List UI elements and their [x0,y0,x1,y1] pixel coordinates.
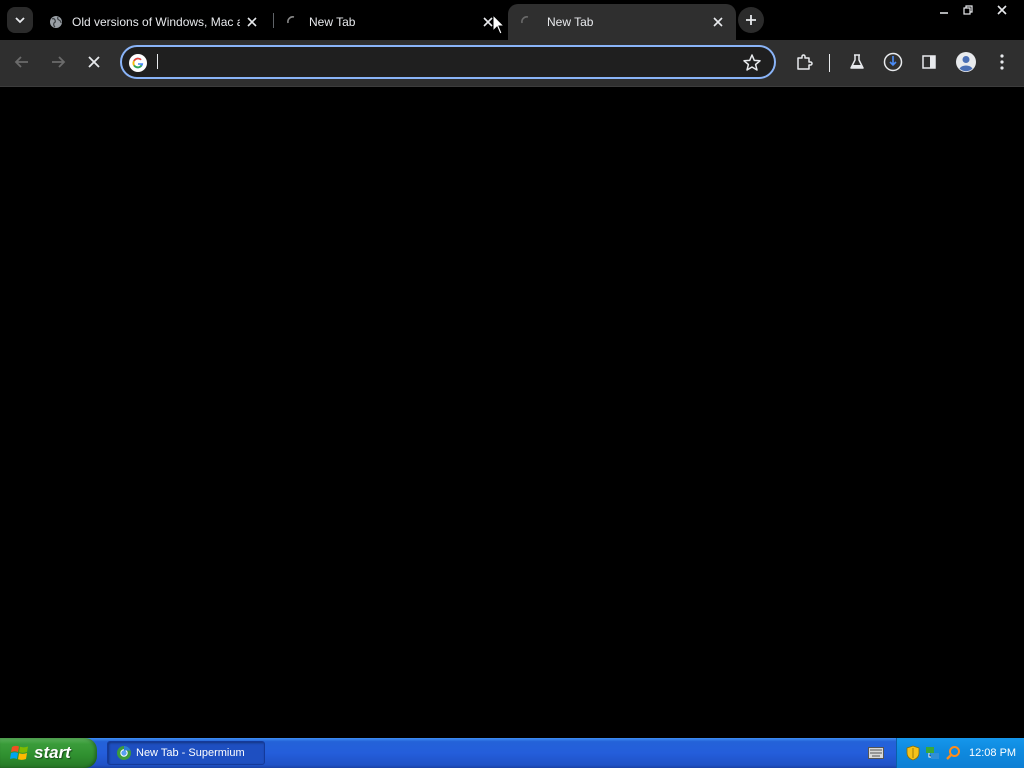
start-button[interactable]: start [0,738,97,768]
close-icon [997,5,1007,15]
system-tray: 12:08 PM [896,738,1024,768]
network-icon[interactable] [925,745,941,761]
stop-loading-button[interactable] [80,48,108,76]
search-magnifier-icon[interactable] [945,745,961,761]
forward-button[interactable] [44,48,72,76]
text-caret [157,54,158,69]
taskbar-task-button[interactable]: New Tab - Supermium [107,741,265,765]
task-label: New Tab - Supermium [136,747,245,759]
start-label: start [34,743,71,762]
close-window-button[interactable] [980,0,1024,20]
google-g-icon [129,54,147,72]
kebab-menu-icon [1000,54,1004,70]
downloads-button[interactable] [879,48,907,76]
profile-button[interactable] [952,48,980,76]
page-content [0,87,1024,738]
tab-title: New Tab [547,15,594,29]
loading-spinner-icon [287,16,295,24]
restore-button[interactable] [956,0,980,20]
download-progress-icon [883,52,903,72]
avatar-icon [956,52,976,72]
arrow-left-icon [14,56,28,68]
restore-icon [963,5,973,15]
tab-close-button[interactable] [710,14,726,30]
extensions-button[interactable] [790,48,818,76]
side-panel-icon [922,55,936,69]
arrow-right-icon [52,56,66,68]
tab-new-tab[interactable]: New Tab [278,4,506,40]
browser-toolbar [0,40,1024,87]
labs-button[interactable] [843,48,871,76]
close-icon [88,56,100,68]
tab-title: New Tab [309,15,356,29]
loading-spinner-icon [521,16,529,24]
address-input[interactable] [154,52,718,74]
supermium-icon [117,746,131,760]
flask-icon [850,54,864,69]
menu-button[interactable] [988,48,1016,76]
windows-logo-icon [10,745,28,760]
mouse-cursor-icon [492,14,506,35]
tab-old-versions[interactable]: Old versions of Windows, Mac and [40,4,270,40]
side-panel-button[interactable] [915,48,943,76]
tab-new-tab-active[interactable]: New Tab [508,4,736,40]
tab-search-button[interactable] [7,7,33,33]
plus-icon [746,15,756,25]
close-icon [713,17,723,27]
puzzle-icon [797,54,813,70]
chevron-down-icon [15,17,25,24]
back-button[interactable] [8,48,36,76]
address-bar[interactable] [120,45,776,79]
minimize-icon [940,12,948,14]
tab-close-button[interactable] [244,14,260,30]
window-controls [932,0,1024,20]
tab-title: Old versions of Windows, Mac and [72,15,240,29]
globe-icon [50,16,62,28]
taskbar: start New Tab - Supermium 12:08 PM [0,738,1024,768]
new-tab-button[interactable] [738,7,764,33]
toolbar-divider [829,54,830,72]
minimize-button[interactable] [932,0,956,20]
tab-strip: Old versions of Windows, Mac and New Tab… [0,0,1024,40]
clock: 12:08 PM [969,747,1017,759]
keyboard-icon[interactable] [868,747,884,759]
star-icon[interactable] [742,53,762,73]
tab-separator [273,13,274,28]
security-shield-icon[interactable] [905,745,921,761]
close-icon [247,17,257,27]
